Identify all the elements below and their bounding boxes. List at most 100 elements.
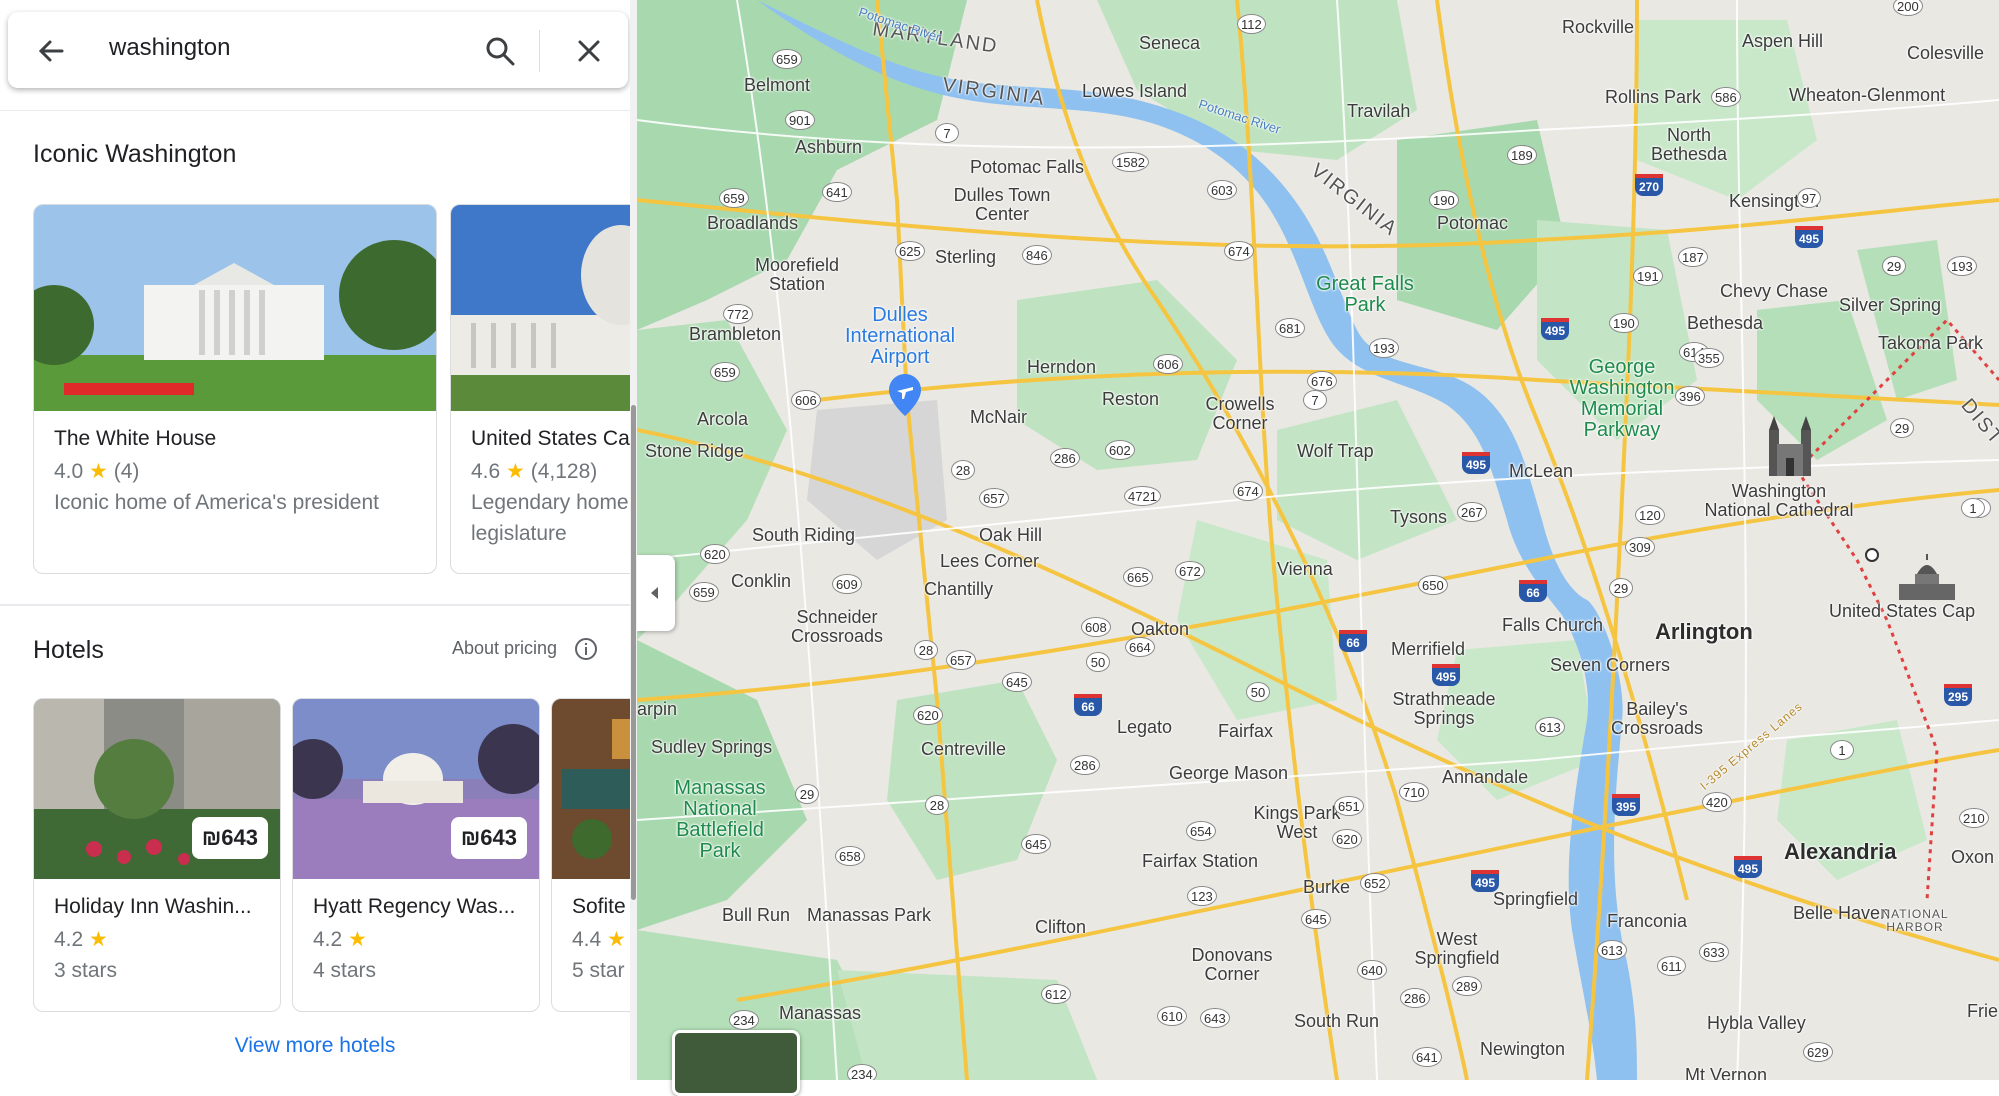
route-shield: 672 [1175,561,1205,581]
search-box[interactable]: washington [8,12,628,88]
route-shield: 29 [795,784,819,804]
rating-value: 4.2 [313,928,343,951]
route-shield: 608 [1081,617,1111,637]
panel-scrollbar-thumb[interactable] [631,405,636,900]
route-shield: 286 [1400,988,1430,1008]
hotel-class: 4 stars [313,959,377,982]
label-donovans-corner: Donovans Corner [1191,945,1273,984]
interstate-shield: 495 [1462,452,1490,474]
route-shield: 112 [1237,14,1266,34]
label-aspen-hill: Aspen Hill [1742,31,1824,51]
route-shield: 665 [1123,567,1153,587]
map-canvas[interactable]: MARYLAND VIRGINIA VIRGINIA Potomac River… [637,0,1999,1080]
label-washington-national-cathedral: Washington National Cathedral [1704,481,1854,520]
layers-toggle-button[interactable] [672,1030,800,1096]
info-icon[interactable] [573,636,599,662]
label-united-states-capitol: United States Cap [1829,601,1976,621]
route-shield: 641 [822,182,852,202]
rating-value: 4.2 [54,928,84,951]
label-sudley-springs: Sudley Springs [651,737,773,757]
label-conklin: Conklin [731,571,792,591]
route-shield: 191 [1633,266,1663,286]
interstate-shield: 66 [1339,630,1367,652]
route-shield: 650 [1418,575,1448,595]
place-rating: 4.0 ★ (4) [54,459,139,484]
route-shield: 901 [785,110,815,130]
search-divider [539,30,540,72]
route-shield: 611 [1657,956,1686,976]
label-takoma-park: Takoma Park [1878,333,1984,353]
label-crowells-corner: Crowells Corner [1205,394,1275,433]
label-legato: Legato [1117,717,1173,737]
route-shield: 267 [1457,502,1487,522]
route-shield: 234 [847,1064,877,1080]
chevron-left-icon [651,587,658,599]
route-shield: 190 [1429,190,1459,210]
route-shield: 676 [1307,371,1337,391]
route-shield: 7 [1303,390,1327,410]
route-shield: 645 [1301,909,1331,929]
route-shield: 710 [1399,782,1429,802]
label-travilah: Travilah [1347,101,1411,121]
route-shield: 645 [1021,834,1051,854]
close-icon[interactable] [574,36,604,66]
star-icon: ★ [607,928,626,951]
route-shield: 659 [772,49,802,69]
rating-value: 4.4 [572,928,602,951]
label-rollins-park: Rollins Park [1605,87,1702,107]
airport-pin-icon[interactable] [887,372,923,418]
route-shield: 355 [1694,348,1724,368]
label-bull-run: Bull Run [722,905,791,925]
label-moorefield-station: Moorefield Station [754,255,840,294]
about-pricing-link[interactable]: About pricing [452,638,557,659]
hotel-price-badge: ₪643 [450,817,527,859]
label-dulles-town-center: Dulles Town Center [953,185,1051,224]
hotel-class: 5 star [572,959,625,982]
back-arrow-icon[interactable] [36,36,66,66]
label-franconia: Franconia [1607,911,1688,931]
label-west-springfield: West Springfield [1414,929,1500,968]
route-shield: 1 [1961,498,1985,518]
cathedral-marker-icon[interactable] [1763,410,1817,480]
interstate-shield: 270 [1635,174,1663,196]
label-brambleton: Brambleton [689,324,782,344]
label-centreville: Centreville [921,739,1007,759]
route-shield: 234 [729,1010,759,1030]
interstate-shield: 66 [1074,694,1102,716]
view-more-hotels-link[interactable]: View more hotels [0,1034,630,1058]
hotel-card[interactable]: ₪643 Hyatt Regency Was... 4.2 ★ 4 stars [292,698,540,1012]
route-shield: 28 [951,460,975,480]
hotel-rating: 4.2 ★ [313,927,367,952]
route-shield: 602 [1105,440,1135,460]
hotel-name: Hyatt Regency Was... [313,895,516,918]
route-shield: 606 [1153,354,1183,374]
label-arcola: Arcola [697,409,749,429]
route-shield: 640 [1357,960,1387,980]
hotel-card[interactable]: ₪643 Holiday Inn Washin... 4.2 ★ 3 stars [33,698,281,1012]
label-belmont: Belmont [744,75,811,95]
label-burke: Burke [1303,877,1351,897]
capitol-marker-icon[interactable] [1897,554,1957,602]
place-card-us-capitol[interactable]: United States Ca 4.6 ★ (4,128) Legendary… [450,204,630,574]
side-panel: washington Iconic Washington The White H… [0,0,630,1080]
place-rating: 4.6 ★ (4,128) [471,459,597,484]
route-shield: 659 [719,188,749,208]
label-annandale: Annandale [1442,767,1529,787]
route-shield: 189 [1507,145,1537,165]
label-rockville: Rockville [1562,17,1635,37]
search-icon[interactable] [483,34,517,68]
place-description: Iconic home of America's president [54,491,379,514]
route-shield: 674 [1224,241,1254,261]
route-shield: 28 [925,795,949,815]
hotel-card[interactable]: Sofite 4.4 ★ 5 star [551,698,630,1012]
label-fairfax-station: Fairfax Station [1142,851,1259,871]
place-card-white-house[interactable]: The White House 4.0 ★ (4) Iconic home of… [33,204,437,574]
label-sterling: Sterling [935,247,997,267]
route-shield: 97 [1797,188,1821,208]
label-alexandria: Alexandria [1784,839,1897,864]
search-input[interactable]: washington [109,34,230,62]
label-seneca: Seneca [1139,33,1201,53]
route-shield: 309 [1625,537,1655,557]
route-shield: 659 [710,362,740,382]
collapse-panel-button[interactable] [637,555,675,631]
